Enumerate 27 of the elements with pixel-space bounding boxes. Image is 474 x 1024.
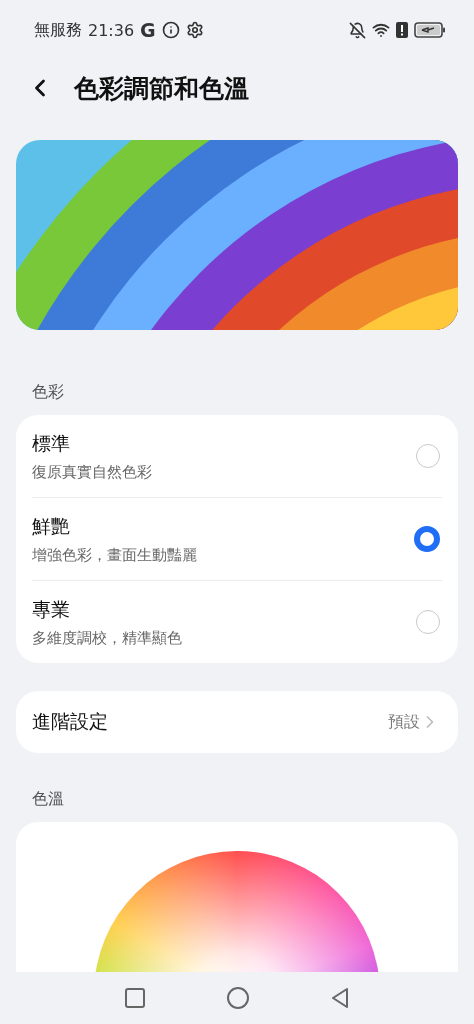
section-label: 色溫 [32, 789, 65, 810]
option-title: 標準 [32, 430, 71, 456]
battery-charging-icon [414, 22, 446, 38]
app-letter: G [140, 19, 156, 41]
option-description: 增強色彩，畫面生動豔麗 [32, 545, 198, 565]
option-title: 專業 [32, 596, 71, 622]
carrier-text: 無服務 [34, 19, 82, 41]
advanced-settings-row[interactable]: 進階設定 預設 [16, 691, 458, 753]
section-label: 色彩 [32, 382, 65, 403]
row-label: 進階設定 [32, 709, 109, 734]
option-description: 多維度調校，精準顯色 [32, 628, 183, 648]
option-title: 鮮艷 [32, 513, 71, 539]
radio-button[interactable] [416, 610, 440, 634]
wifi-icon [372, 21, 390, 39]
row-value: 預設 [388, 711, 420, 733]
settings-icon [185, 21, 204, 39]
home-icon[interactable] [227, 987, 249, 1009]
clock-text: 21:36 [88, 20, 135, 40]
back-triangle-icon[interactable] [331, 988, 349, 1008]
alert-icon [396, 22, 408, 38]
info-icon [161, 21, 180, 39]
radio-button[interactable] [414, 526, 440, 552]
radio-button[interactable] [416, 444, 440, 468]
page-title: 色彩調節和色溫 [74, 72, 249, 105]
bell-off-icon [349, 21, 366, 39]
square-icon[interactable] [125, 988, 145, 1008]
option-description: 復原真實自然色彩 [32, 462, 153, 482]
